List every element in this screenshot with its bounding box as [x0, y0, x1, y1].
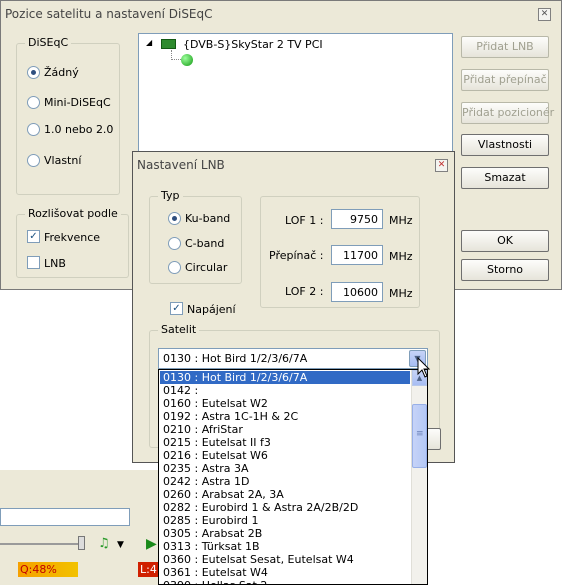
radio-circular[interactable]: [168, 261, 181, 274]
lnb-type-group-label: Typ: [158, 189, 183, 202]
tv-card-icon: [161, 39, 176, 49]
checkbox-frekvence[interactable]: ✓: [27, 230, 40, 243]
dialog-close-icon[interactable]: ✕: [435, 159, 448, 172]
satellite-dropdown-list: 0130 : Hot Bird 1/2/3/6/7A 0142 :0160 : E…: [158, 369, 428, 585]
level-label: L:4: [140, 563, 157, 576]
lof1-label: LOF 1 :: [285, 214, 324, 227]
lof1-unit: MHz: [389, 214, 413, 227]
satellite-option[interactable]: 0305 : Arabsat 2B: [160, 527, 410, 540]
cancel-button[interactable]: Storno: [461, 259, 549, 281]
delete-button[interactable]: Smazat: [461, 167, 549, 189]
expand-icon[interactable]: ◢: [146, 38, 152, 47]
satellite-option[interactable]: 0215 : Eutelsat II f3: [160, 436, 410, 449]
satellite-option[interactable]: 0235 : Astra 3A: [160, 462, 410, 475]
background-right-panel: [427, 470, 562, 585]
window-title: Pozice satelitu a nastavení DiSEqC: [1, 1, 561, 25]
tree-connector: [171, 50, 181, 60]
satellite-option[interactable]: 0192 : Astra 1C-1H & 2C: [160, 410, 410, 423]
list-scrollbar[interactable]: ▲ ≡: [411, 370, 427, 584]
add-switch-button[interactable]: Přidat přepínač: [461, 69, 549, 91]
satellite-option[interactable]: 0130 : Hot Bird 1/2/3/6/7A: [160, 371, 410, 384]
radio-c-band[interactable]: [168, 237, 181, 250]
lnb-node-icon[interactable]: [181, 54, 193, 66]
satellite-option[interactable]: 0360 : Eutelsat Sesat, Eutelsat W4: [160, 553, 410, 566]
play-icon[interactable]: ▶: [146, 536, 157, 552]
distinguish-group-label: Rozlišovat podle: [25, 207, 121, 220]
diseqc-group-label: DiSEqC: [25, 36, 72, 49]
radio-diseqc-1-2-label: 1.0 nebo 2.0: [44, 123, 114, 136]
satellite-option[interactable]: 0160 : Eutelsat W2: [160, 397, 410, 410]
tree-device-label[interactable]: {DVB-S}SkyStar 2 TV PCI: [183, 38, 323, 51]
properties-button[interactable]: Vlastnosti: [461, 134, 549, 156]
ok-button[interactable]: OK: [461, 230, 549, 252]
radio-circular-label: Circular: [185, 261, 228, 274]
lof1-field[interactable]: 9750: [331, 209, 383, 229]
radio-diseqc-custom-label: Vlastní: [44, 154, 82, 167]
switch-field[interactable]: 11700: [331, 245, 383, 265]
radio-diseqc-mini[interactable]: [27, 96, 40, 109]
radio-diseqc-none[interactable]: [27, 66, 40, 79]
background-input[interactable]: [0, 508, 130, 526]
satellite-option[interactable]: 0142 :: [160, 384, 410, 397]
checkbox-power-label: Napájení: [187, 303, 236, 316]
radio-c-band-label: C-band: [185, 237, 225, 250]
add-positioner-button[interactable]: Přidat pozicionér: [461, 102, 554, 124]
checkbox-frekvence-label: Frekvence: [44, 231, 101, 244]
device-tree[interactable]: ◢ {DVB-S}SkyStar 2 TV PCI: [138, 33, 453, 153]
dropdown-arrow-icon[interactable]: ▼: [117, 540, 124, 550]
satellite-option[interactable]: 0285 : Eurobird 1: [160, 514, 410, 527]
satellite-option[interactable]: 0313 : Türksat 1B: [160, 540, 410, 553]
mouse-cursor-icon: [417, 357, 431, 378]
add-lnb-button[interactable]: Přidat LNB: [461, 36, 549, 58]
lof2-label: LOF 2 :: [285, 285, 324, 298]
checkbox-lnb-label: LNB: [44, 257, 66, 270]
satellite-group-label: Satelit: [158, 323, 200, 336]
checkbox-lnb[interactable]: [27, 256, 40, 269]
switch-unit: MHz: [389, 250, 413, 263]
dialog-title: Nastavení LNB: [133, 152, 454, 176]
satellite-combobox[interactable]: 0130 : Hot Bird 1/2/3/6/7A ▼: [158, 348, 428, 369]
lof2-unit: MHz: [389, 287, 413, 300]
radio-diseqc-none-label: Žádný: [44, 66, 79, 79]
checkbox-power[interactable]: ✓: [170, 302, 183, 315]
radio-diseqc-1-2[interactable]: [27, 123, 40, 136]
scroll-grip-icon: ≡: [416, 429, 424, 439]
quality-label: Q:48%: [20, 563, 57, 576]
satellite-option[interactable]: 0216 : Eutelsat W6: [160, 449, 410, 462]
radio-diseqc-mini-label: Mini-DiSEqC: [44, 96, 111, 109]
satellite-option[interactable]: 0260 : Arabsat 2A, 3A: [160, 488, 410, 501]
satellite-option[interactable]: 0361 : Eutelsat W4: [160, 566, 410, 579]
volume-slider[interactable]: [0, 543, 84, 545]
satellite-option[interactable]: 0282 : Eurobird 1 & Astra 2A/2B/2D: [160, 501, 410, 514]
satellite-option[interactable]: 0210 : AfriStar: [160, 423, 410, 436]
satellite-option[interactable]: 0242 : Astra 1D: [160, 475, 410, 488]
radio-ku-band-label: Ku-band: [185, 212, 231, 225]
lof2-field[interactable]: 10600: [331, 282, 383, 302]
volume-slider-thumb[interactable]: [78, 536, 85, 550]
satellite-option-list: 0130 : Hot Bird 1/2/3/6/7A 0142 :0160 : E…: [160, 371, 410, 585]
switch-label: Přepínač :: [269, 249, 324, 262]
satellite-combobox-value: 0130 : Hot Bird 1/2/3/6/7A: [163, 352, 308, 365]
satellite-option[interactable]: 0390 : Hellas Sat 2: [160, 579, 410, 585]
music-note-icon[interactable]: ♫: [98, 536, 110, 551]
radio-ku-band[interactable]: [168, 212, 181, 225]
radio-diseqc-custom[interactable]: [27, 154, 40, 167]
close-icon[interactable]: ✕: [538, 8, 551, 21]
scroll-thumb[interactable]: ≡: [412, 404, 427, 468]
